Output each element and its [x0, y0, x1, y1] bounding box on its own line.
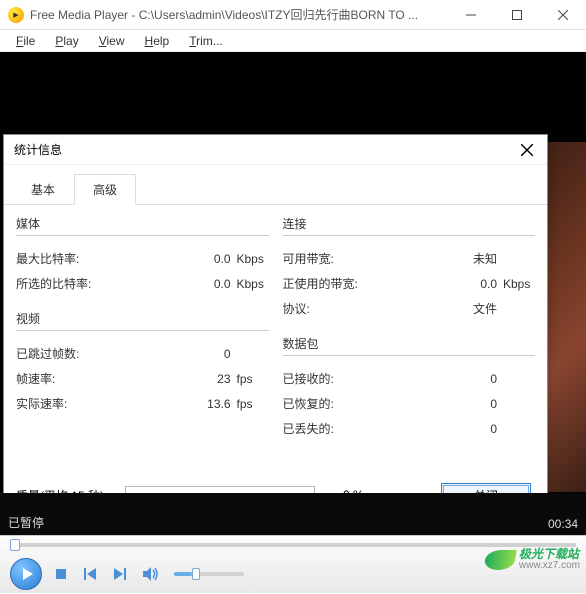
menu-trim[interactable]: Trim...	[181, 32, 231, 50]
menu-play[interactable]: Play	[47, 32, 86, 50]
tab-advanced[interactable]: 高级	[74, 174, 136, 205]
row-used-bandwidth: 正使用的带宽: 0.0 Kbps	[283, 271, 536, 296]
stop-button[interactable]	[50, 563, 72, 585]
value-used-bw: 0.0	[480, 277, 497, 291]
menu-file[interactable]: File	[8, 32, 43, 50]
controls-row	[0, 554, 586, 594]
player-controls	[0, 535, 586, 593]
label-bandwidth: 可用带宽:	[283, 250, 383, 267]
value-received: 0	[490, 372, 497, 386]
menu-help[interactable]: Help	[137, 32, 178, 50]
window-title: Free Media Player - C:\Users\admin\Video…	[30, 6, 448, 23]
value-skipped: 0	[224, 347, 231, 361]
row-skipped-frames: 已跳过帧数: 0	[16, 341, 269, 366]
row-actual-fps: 实际速率: 13.6 fps	[16, 391, 269, 416]
menubar: File Play View Help Trim...	[0, 30, 586, 52]
seek-thumb[interactable]	[10, 539, 20, 551]
group-packets: 数据包 已接收的: 0 已恢复的: 0 已丢失的: 0	[283, 335, 536, 441]
label-recovered: 已恢复的:	[283, 395, 383, 412]
unit-kbps: Kbps	[237, 277, 269, 291]
value-max-bitrate: 0.0	[214, 252, 231, 266]
dialog-header: 统计信息	[4, 135, 547, 165]
unit-kbps: Kbps	[503, 277, 535, 291]
label-sel-bitrate: 所选的比特率:	[16, 275, 116, 292]
minimize-button[interactable]	[448, 0, 494, 30]
group-title-connection: 连接	[283, 215, 536, 236]
label-fps: 帧速率:	[16, 370, 116, 387]
value-recovered: 0	[490, 397, 497, 411]
label-skipped: 已跳过帧数:	[16, 345, 116, 362]
group-title-media: 媒体	[16, 215, 269, 236]
label-max-bitrate: 最大比特率:	[16, 250, 116, 267]
group-title-packets: 数据包	[283, 335, 536, 356]
statistics-dialog: 统计信息 基本 高级 媒体 最大比特率: 0.0 Kbps 所选的比特率: 0	[3, 134, 548, 530]
video-area: 统计信息 基本 高级 媒体 最大比特率: 0.0 Kbps 所选的比特率: 0	[0, 52, 586, 535]
left-column: 媒体 最大比特率: 0.0 Kbps 所选的比特率: 0.0 Kbps 视频 已跳过…	[16, 215, 269, 455]
playback-time: 00:34	[548, 517, 578, 531]
row-lost: 已丢失的: 0	[283, 416, 536, 441]
right-column: 连接 可用带宽: 未知 正使用的带宽: 0.0 Kbps 协议: 文件	[283, 215, 536, 455]
group-media: 媒体 最大比特率: 0.0 Kbps 所选的比特率: 0.0 Kbps	[16, 215, 269, 296]
close-button[interactable]	[540, 0, 586, 30]
window-titlebar: Free Media Player - C:\Users\admin\Video…	[0, 0, 586, 30]
row-bandwidth: 可用带宽: 未知	[283, 246, 536, 271]
row-recovered: 已恢复的: 0	[283, 391, 536, 416]
unit-fps: fps	[237, 372, 269, 386]
app-icon	[8, 7, 24, 23]
value-lost: 0	[490, 422, 497, 436]
menu-view[interactable]: View	[91, 32, 133, 50]
label-received: 已接收的:	[283, 370, 383, 387]
window-controls	[448, 0, 586, 29]
status-bar: 已暂停 00:34	[0, 493, 586, 535]
value-actual-fps: 13.6	[207, 397, 230, 411]
value-bandwidth: 未知	[473, 250, 497, 267]
volume-thumb[interactable]	[192, 568, 200, 580]
row-protocol: 协议: 文件	[283, 296, 536, 321]
row-max-bitrate: 最大比特率: 0.0 Kbps	[16, 246, 269, 271]
label-protocol: 协议:	[283, 300, 383, 317]
dialog-title: 统计信息	[14, 141, 62, 158]
seek-bar[interactable]	[0, 536, 586, 554]
maximize-button[interactable]	[494, 0, 540, 30]
tab-basic[interactable]: 基本	[12, 174, 74, 205]
group-video: 视频 已跳过帧数: 0 帧速率: 23 fps 实际速率: 13.6 fps	[16, 310, 269, 416]
close-icon	[521, 144, 533, 156]
dialog-close-button[interactable]	[517, 140, 537, 160]
value-fps: 23	[217, 372, 230, 386]
group-connection: 连接 可用带宽: 未知 正使用的带宽: 0.0 Kbps 协议: 文件	[283, 215, 536, 321]
dialog-body: 媒体 最大比特率: 0.0 Kbps 所选的比特率: 0.0 Kbps 视频 已跳过…	[4, 205, 547, 465]
unit-kbps: Kbps	[237, 252, 269, 266]
tab-bar: 基本 高级	[4, 165, 547, 205]
label-actual-fps: 实际速率:	[16, 395, 116, 412]
row-received: 已接收的: 0	[283, 366, 536, 391]
value-sel-bitrate: 0.0	[214, 277, 231, 291]
next-button[interactable]	[110, 563, 132, 585]
row-fps: 帧速率: 23 fps	[16, 366, 269, 391]
unit-fps: fps	[237, 397, 269, 411]
volume-slider[interactable]	[174, 572, 244, 576]
play-button[interactable]	[10, 558, 42, 590]
prev-button[interactable]	[80, 563, 102, 585]
label-used-bw: 正使用的带宽:	[283, 275, 383, 292]
label-lost: 已丢失的:	[283, 420, 383, 437]
volume-icon[interactable]	[140, 563, 162, 585]
row-sel-bitrate: 所选的比特率: 0.0 Kbps	[16, 271, 269, 296]
playback-status: 已暂停	[8, 514, 548, 531]
value-protocol: 文件	[473, 300, 497, 317]
group-title-video: 视频	[16, 310, 269, 331]
